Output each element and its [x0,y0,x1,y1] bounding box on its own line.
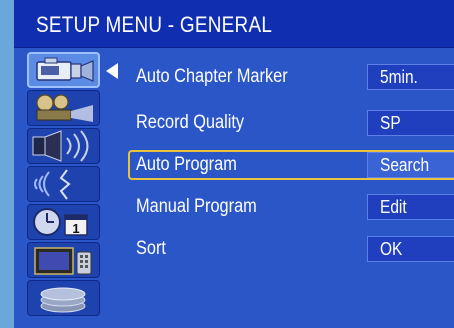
sidebar-item-clock[interactable]: 1 [27,204,100,240]
record-quality-value[interactable]: SP [367,110,454,136]
sidebar-item-disc[interactable] [27,280,100,316]
title-bar: SETUP MENU - GENERAL [14,0,454,48]
menu-label-manual-program: Manual Program [136,196,257,217]
category-sidebar: 1 [27,52,100,316]
film-projector-icon [36,94,93,122]
auto-chapter-marker-value[interactable]: 5min. [367,64,454,90]
sort-ok-button[interactable]: OK [367,236,454,262]
menu-label-auto-chapter-marker: Auto Chapter Marker [136,66,288,87]
sidebar-item-general[interactable] [27,52,100,88]
menu-label-auto-program: Auto Program [136,154,237,175]
sidebar-item-video[interactable] [27,90,100,126]
menu-label-record-quality: Record Quality [136,112,245,133]
manual-program-edit-button[interactable]: Edit [367,194,454,220]
sidebar-item-tuner[interactable] [27,166,100,202]
disc-stack-icon [40,287,86,313]
camcorder-icon [36,57,94,82]
clock-calendar-icon: 1 [33,208,88,236]
auto-program-search-button[interactable]: Search [367,152,454,178]
sidebar-item-display[interactable] [27,242,100,278]
current-category-pointer-icon [106,63,118,79]
menu-label-sort: Sort [136,238,166,259]
tv-remote-icon [34,247,92,275]
svg-text:1: 1 [72,221,79,236]
speaker-icon [32,130,89,162]
page-title: SETUP MENU - GENERAL [36,12,273,37]
broadcast-signal-icon [34,169,71,200]
sidebar-item-audio[interactable] [27,128,100,164]
